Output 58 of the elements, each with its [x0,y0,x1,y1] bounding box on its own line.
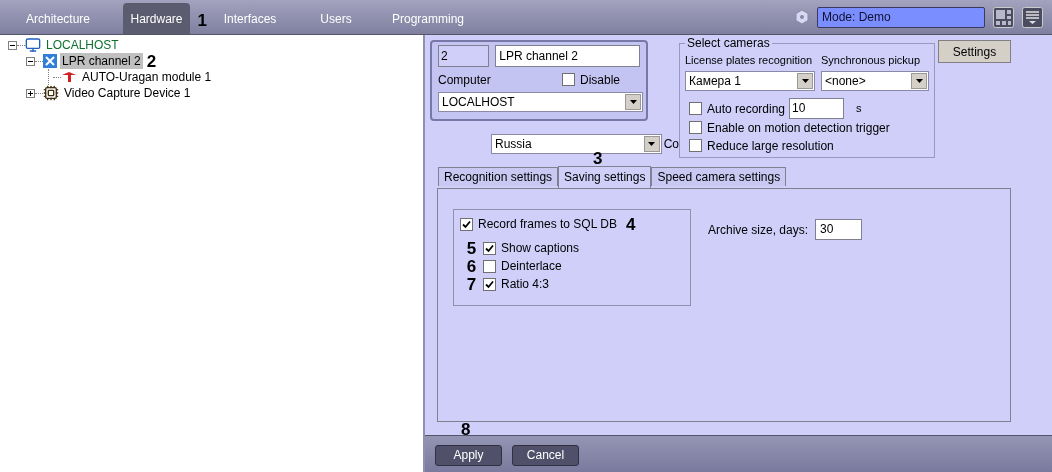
checkbox-label: Enable on motion detection trigger [707,119,890,137]
checkbox[interactable] [562,73,575,86]
id-field[interactable]: 2 [438,45,490,67]
field-label: License plates recognition [685,53,814,68]
checkbox[interactable] [460,217,473,231]
callout-number: 1 [197,12,207,29]
name-field[interactable]: LPR channel 2 [495,45,640,67]
checkbox[interactable] [689,102,702,115]
checkbox-label: Ratio 4:3 [501,276,550,293]
dialog-button[interactable]: Cancel [512,444,579,466]
monitor-icon [25,37,41,53]
field-label: Archive size, days: [708,221,809,239]
archive-field[interactable]: 30 [815,219,863,240]
menu-icon[interactable] [1022,6,1043,28]
tools-icon [43,54,57,68]
settings-tab[interactable]: Recognition settings [438,167,559,186]
checkbox-label: Disable [580,71,621,89]
checkbox-label: Deinterlace [501,258,562,275]
callout-number: 7 [466,275,477,293]
dialog-button[interactable]: Apply [435,444,502,466]
collapse-icon[interactable] [8,40,17,50]
checkbox[interactable] [689,139,702,152]
computer-dropdown[interactable]: LOCALHOST [438,92,643,112]
expand-icon[interactable] [26,88,35,98]
collapse-icon[interactable] [26,56,35,66]
callout-number: 8 [461,421,471,438]
checkbox-label: Record frames to SQL DB [478,216,617,233]
callout-number: 2 [146,52,157,70]
checkbox[interactable] [483,259,496,273]
checkbox-label: Reduce large resolution [707,137,834,155]
tree-item[interactable]: LOCALHOST [44,37,121,53]
field-label: Computer [438,71,492,89]
callout-number: 6 [466,257,477,275]
unit-label: s [856,101,862,117]
nav-tab[interactable]: Hardware [123,3,190,34]
checkbox[interactable] [483,277,496,291]
mode-field[interactable]: Mode: Demo [817,6,985,28]
tree-item[interactable]: AUTO-Uragan module 1 [80,69,214,85]
settings-tab[interactable]: Saving settings [558,165,652,188]
pickup-dropdown[interactable]: <none> [821,70,929,91]
cut-label: Co [663,136,679,153]
field-label: Synchronous pickup [821,53,921,68]
callout-number: 5 [466,239,477,257]
checkbox[interactable] [483,241,496,255]
settings-tab[interactable]: Speed camera settings [651,167,787,186]
group-title: Select cameras [686,35,771,52]
camera-dropdown[interactable]: Камера 1 [685,70,815,91]
arrow-icon [61,71,77,83]
tree-item[interactable]: Video Capture Device 1 [62,85,193,101]
callout-number: 4 [625,215,636,233]
tree-item[interactable]: LPR channel 2 [60,53,143,69]
seconds-field[interactable]: 10 [789,98,845,119]
checkbox-label: Auto recording [707,100,786,118]
checkbox-label: Show captions [501,240,580,257]
settings-button[interactable]: Settings [938,40,1011,63]
checkbox[interactable] [689,121,702,134]
chip-icon [43,85,59,101]
layout-icon[interactable] [993,6,1014,28]
